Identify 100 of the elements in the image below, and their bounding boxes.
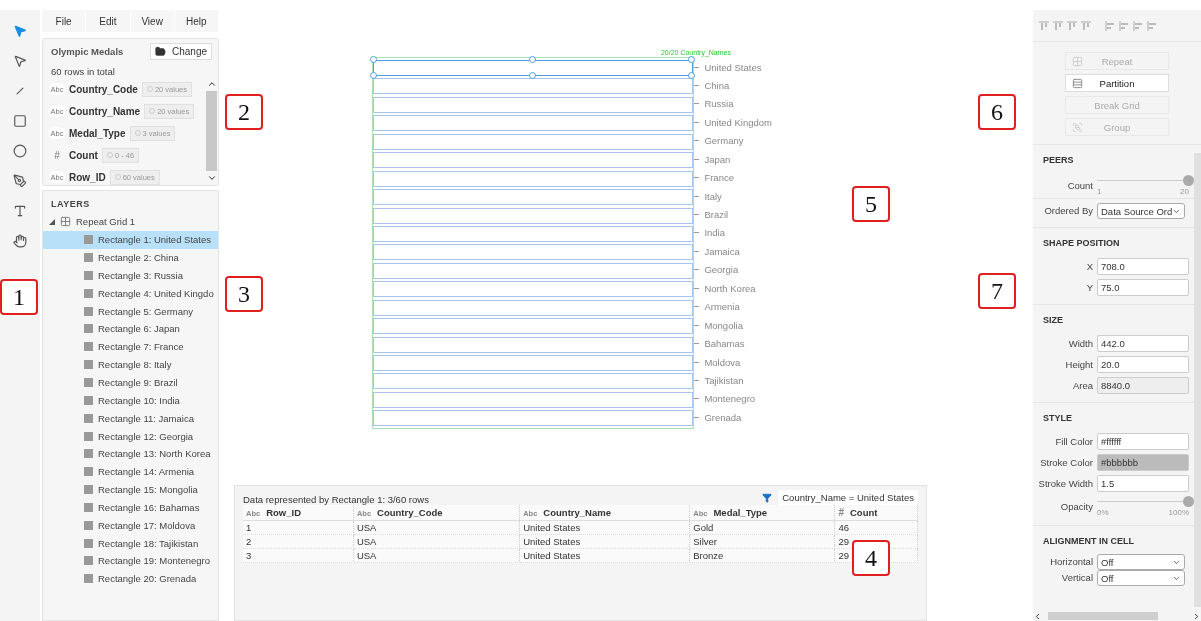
row-label: Mongolia: [704, 319, 743, 331]
grid-rectangle[interactable]: [373, 410, 694, 427]
group-icon: [1072, 122, 1083, 133]
grid-rectangle[interactable]: [373, 96, 694, 113]
grid-rectangle[interactable]: [373, 244, 694, 261]
grid-rectangle[interactable]: [373, 152, 694, 169]
section-title: PEERS: [1042, 154, 1075, 167]
layer-row[interactable]: Rectangle 8: Italy: [43, 355, 218, 374]
callout-number: 3: [225, 276, 263, 312]
fill-color-field[interactable]: #ffffff: [1097, 433, 1189, 450]
grid-rectangle[interactable]: [373, 299, 694, 316]
grid-rectangle[interactable]: [373, 115, 694, 132]
layer-row[interactable]: Rectangle 4: United Kingdo: [43, 284, 218, 303]
field-name[interactable]: Country_Name: [69, 105, 141, 117]
grid-rectangle[interactable]: [373, 281, 694, 298]
layer-row[interactable]: Rectangle 5: Germany: [43, 302, 218, 321]
layer-row[interactable]: Rectangle 9: Brazil: [43, 373, 218, 392]
align-icon[interactable]: [1053, 20, 1063, 31]
repeat-grid[interactable]: [372, 57, 695, 430]
slider-thumb[interactable]: [1183, 175, 1194, 186]
layer-row[interactable]: Rectangle 7: France: [43, 337, 218, 356]
layer-row[interactable]: Rectangle 2: China: [43, 248, 218, 267]
row-label: Moldova: [704, 356, 741, 368]
callout-number: 5: [852, 186, 890, 222]
grid-rectangle[interactable]: [373, 391, 694, 408]
layer-row[interactable]: Rectangle 1: United States: [43, 230, 218, 249]
grid-rectangle[interactable]: [373, 225, 694, 242]
layer-row[interactable]: Rectangle 11: Jamaica: [43, 409, 218, 428]
align-icon[interactable]: [1081, 20, 1091, 31]
scroll-down-icon[interactable]: [206, 173, 217, 183]
menu-item[interactable]: Edit: [86, 10, 131, 32]
section-title: SHAPE POSITION: [1042, 237, 1121, 250]
grid-rectangle[interactable]: [373, 355, 694, 371]
resize-handle[interactable]: [529, 56, 537, 63]
row-label: China: [704, 79, 730, 91]
menu-item[interactable]: View: [130, 10, 175, 32]
layer-row[interactable]: Rectangle 17: Moldova: [43, 516, 218, 535]
layer-row[interactable]: Rectangle 19: Montenegro: [43, 552, 218, 570]
layer-row[interactable]: Rectangle 6: Japan: [43, 320, 218, 338]
scroll-up-icon[interactable]: [206, 79, 217, 89]
field-label: Stroke Width: [1037, 477, 1093, 490]
align-icon[interactable]: [1119, 20, 1129, 31]
layer-row[interactable]: Rectangle 13: North Korea: [43, 444, 218, 463]
menu-item[interactable]: File: [42, 10, 87, 32]
callout-number: 1: [0, 279, 38, 315]
number-field[interactable]: 442.0: [1097, 335, 1189, 352]
grid-rectangle[interactable]: [373, 318, 694, 335]
column-header[interactable]: # Count: [834, 505, 918, 521]
field-name[interactable]: Country_Code: [69, 83, 138, 95]
layer-row[interactable]: Rectangle 12: Georgia: [43, 427, 218, 445]
grid-rectangle[interactable]: [373, 133, 694, 150]
grid-rectangle[interactable]: [373, 373, 694, 390]
field-name[interactable]: Count: [69, 149, 98, 161]
align-icon[interactable]: [1039, 20, 1049, 31]
resize-handle[interactable]: [688, 56, 696, 63]
grid-rectangle[interactable]: [373, 207, 694, 224]
grid-action-button[interactable]: Partition: [1065, 74, 1169, 92]
grid-rectangle[interactable]: [373, 336, 694, 353]
row-label: Germany: [704, 135, 744, 147]
ordered-by-dropdown[interactable]: Data Source Ord: [1097, 203, 1185, 219]
resize-handle[interactable]: [370, 56, 377, 63]
slider-thumb[interactable]: [1183, 496, 1194, 507]
grid-rectangle[interactable]: [373, 170, 694, 187]
layer-row[interactable]: Rectangle 10: India: [43, 391, 218, 410]
field-label: Horizontal: [1049, 556, 1093, 568]
scrollbar[interactable]: [1194, 153, 1201, 607]
layer-row[interactable]: Rectangle 15: Mongolia: [43, 480, 218, 499]
align-icon[interactable]: [1067, 20, 1077, 31]
alignment-dropdown[interactable]: Off: [1097, 554, 1185, 570]
stroke-color-field[interactable]: #bbbbbb: [1097, 454, 1189, 471]
align-icon[interactable]: [1105, 20, 1115, 31]
number-field[interactable]: 75.0: [1097, 279, 1189, 296]
field-name[interactable]: Row_ID: [69, 171, 106, 183]
section-title: STYLE: [1042, 412, 1073, 425]
field-label: Y: [1085, 281, 1093, 294]
grid-rectangle[interactable]: [373, 189, 694, 206]
horizontal-scrollbar[interactable]: [1033, 611, 1201, 621]
layer-row[interactable]: Rectangle 18: Tajikistan: [43, 534, 218, 553]
align-icon[interactable]: [1133, 20, 1143, 31]
stroke-width-field[interactable]: 1.5: [1097, 475, 1189, 492]
layer-row[interactable]: Rectangle 20: Grenada: [43, 569, 218, 588]
row-label: United States: [704, 61, 762, 73]
align-icon[interactable]: [1147, 20, 1157, 31]
grid-rectangle[interactable]: [373, 78, 694, 95]
layer-group-row[interactable]: Repeat Grid 1: [43, 213, 218, 231]
number-field[interactable]: 20.0: [1097, 356, 1189, 373]
menu-item[interactable]: Help: [174, 10, 219, 32]
scroll-right-icon[interactable]: [1192, 611, 1201, 621]
layer-row[interactable]: Rectangle 16: Bahamas: [43, 498, 218, 517]
scroll-left-icon[interactable]: [1033, 611, 1042, 621]
number-field[interactable]: 708.0: [1097, 258, 1189, 275]
field-name[interactable]: Medal_Type: [69, 127, 126, 139]
row-label: Georgia: [704, 264, 739, 276]
layer-row[interactable]: Rectangle 14: Armenia: [43, 462, 218, 481]
grid-rectangle[interactable]: [373, 262, 694, 279]
layer-row[interactable]: Rectangle 3: Russia: [43, 266, 218, 285]
filter-chip[interactable]: Country_Name = United States: [778, 490, 918, 505]
change-button[interactable]: Change: [149, 43, 212, 60]
field-label: Opacity: [1059, 500, 1093, 513]
alignment-dropdown[interactable]: Off: [1097, 570, 1185, 586]
